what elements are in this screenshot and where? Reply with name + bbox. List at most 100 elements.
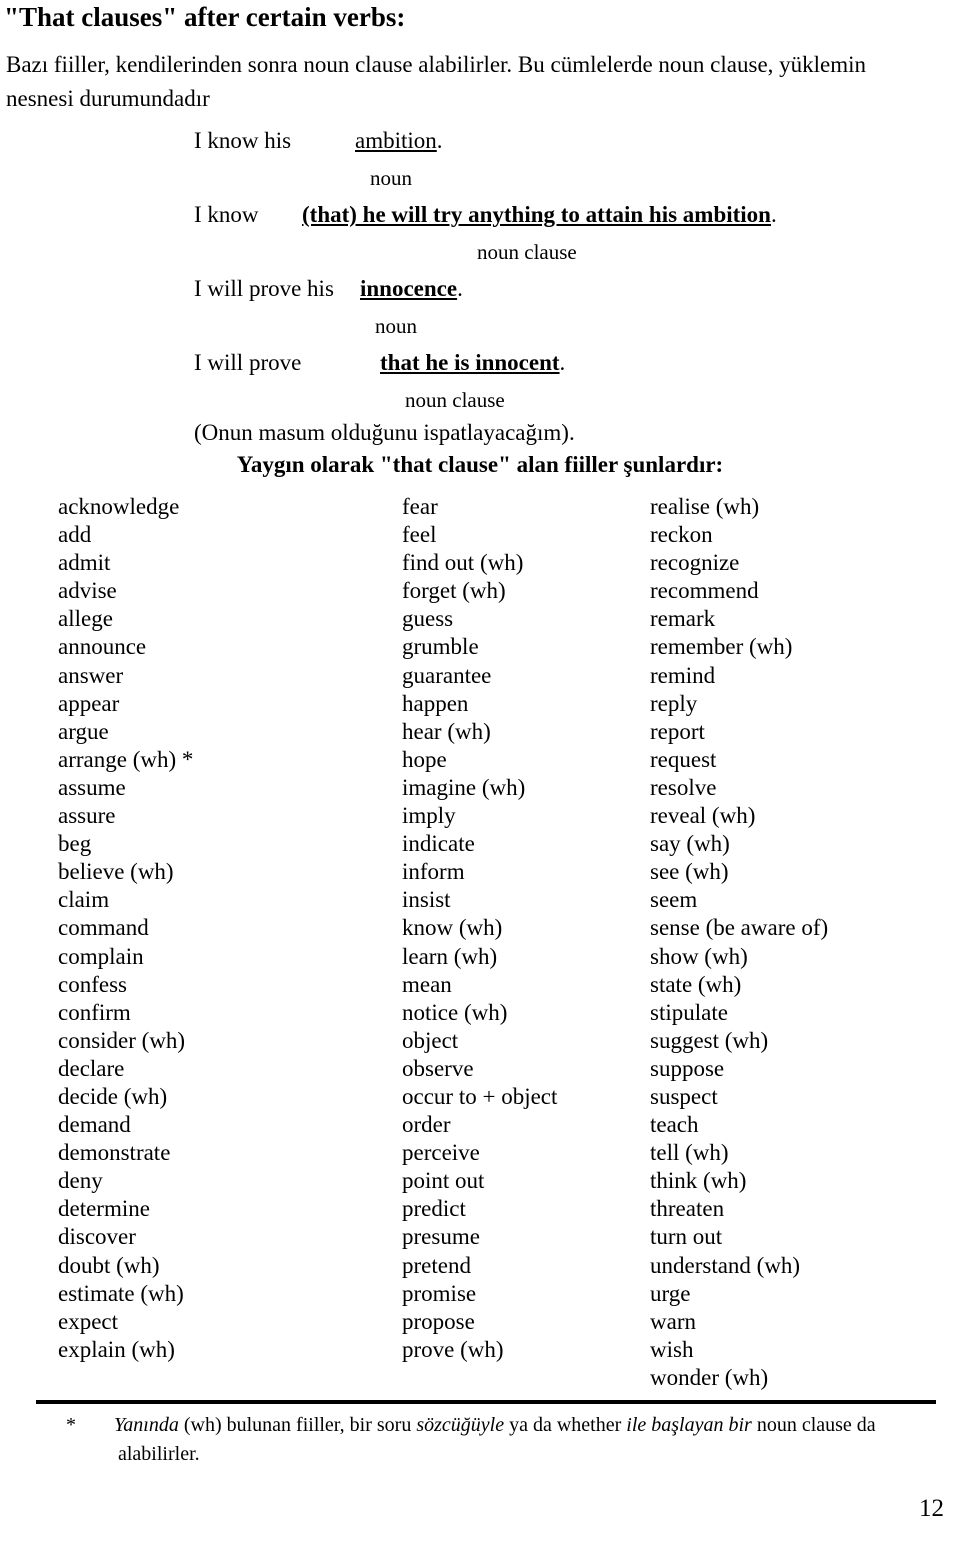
- verb-item: notice (wh): [402, 999, 508, 1025]
- verb-item: think (wh): [650, 1168, 747, 1194]
- example-label: noun: [375, 314, 417, 338]
- verb-item: predict: [402, 1196, 466, 1222]
- verb-column-2: fear feel find out (wh) forget (wh) guess gru…: [402, 493, 557, 1364]
- verb-column-1: acknowledge add admit advise allege announce a…: [58, 493, 193, 1364]
- examples-block: I know his ambition. noun I know (that) …: [0, 128, 960, 454]
- verb-item: propose: [402, 1308, 475, 1334]
- verb-item: assume: [58, 774, 126, 800]
- verb-item: sense (be aware of): [650, 915, 829, 941]
- example-object: innocence.: [360, 276, 463, 302]
- verb-item: recommend: [650, 578, 759, 604]
- footnote-segment: sözcüğüyle: [416, 1414, 505, 1436]
- verb-item: threaten: [650, 1196, 725, 1222]
- verb-item: fear: [402, 494, 438, 519]
- verb-item: suspect: [650, 1083, 718, 1109]
- verb-item: warn: [650, 1308, 696, 1334]
- verb-item: acknowledge: [58, 494, 180, 519]
- verb-column-3: realise (wh) reckon recognize recommend rema…: [650, 493, 828, 1392]
- verb-item: doubt (wh): [58, 1252, 160, 1278]
- footnote-segment: noun clause da: [751, 1414, 876, 1436]
- verb-item: estimate (wh): [58, 1280, 184, 1306]
- verb-item: report: [650, 718, 705, 744]
- verb-item: inform: [402, 859, 465, 885]
- verb-item: allege: [58, 606, 113, 632]
- verb-item: claim: [58, 887, 110, 913]
- example-object-punct: .: [770, 202, 777, 227]
- verb-item: determine: [58, 1196, 150, 1222]
- verb-item: suggest (wh): [650, 1027, 769, 1053]
- verb-item: object: [402, 1027, 459, 1053]
- verb-item: state (wh): [650, 971, 742, 997]
- verb-item: reckon: [650, 522, 713, 548]
- verb-item: request: [650, 746, 717, 772]
- verb-item: prove (wh): [402, 1336, 504, 1362]
- verb-item: add: [58, 522, 92, 548]
- verb-item: answer: [58, 662, 124, 688]
- verb-item: perceive: [402, 1140, 480, 1166]
- footnote-segment: ya da whether: [504, 1414, 627, 1436]
- verb-item: happen: [402, 690, 469, 716]
- verb-item: suppose: [650, 1055, 725, 1081]
- verb-item: confirm: [58, 999, 131, 1025]
- verb-item: wonder (wh): [650, 1364, 769, 1390]
- verb-item: remark: [650, 606, 716, 632]
- example-translation: (Onun masum olduğunu ispatlayacağım).: [194, 420, 575, 445]
- verb-item: discover: [58, 1224, 136, 1250]
- example-label-row: noun: [0, 314, 960, 350]
- example-subject: I will prove: [194, 350, 302, 375]
- verb-item: consider (wh): [58, 1027, 186, 1053]
- verb-item: demand: [58, 1112, 131, 1138]
- verb-item: wish: [650, 1336, 694, 1362]
- verb-item: pretend: [402, 1252, 471, 1278]
- verb-item: complain: [58, 943, 144, 969]
- verb-item: realise (wh): [650, 494, 760, 519]
- verb-item: advise: [58, 578, 117, 604]
- verb-item: indicate: [402, 831, 475, 857]
- verb-item: beg: [58, 831, 92, 857]
- verb-item: hope: [402, 746, 447, 772]
- verb-item: remember (wh): [650, 634, 793, 660]
- footnote-text: Yanında (wh) bulunan fiiller, bir soru s…: [114, 1411, 946, 1440]
- example-label-row: noun clause: [0, 240, 960, 276]
- verb-item: see (wh): [650, 859, 729, 885]
- verb-item: stipulate: [650, 999, 728, 1025]
- verb-item: expect: [58, 1308, 119, 1334]
- verb-item: guess: [402, 606, 454, 632]
- example-label-row: noun: [0, 166, 960, 202]
- verb-item: say (wh): [650, 831, 730, 857]
- verb-item: admit: [58, 550, 111, 576]
- verb-item: seem: [650, 887, 698, 913]
- example-label: noun: [370, 166, 412, 190]
- example-object-punct: .: [559, 350, 566, 375]
- verb-item: recognize: [650, 550, 740, 576]
- example-object: that he is innocent.: [380, 350, 565, 376]
- footnote-divider: [36, 1400, 936, 1404]
- verb-item: forget (wh): [402, 578, 506, 604]
- verb-item: declare: [58, 1055, 125, 1081]
- verb-item: demonstrate: [58, 1140, 171, 1166]
- verb-item: assure: [58, 803, 116, 829]
- verb-item: reply: [650, 690, 698, 716]
- verb-item: find out (wh): [402, 550, 524, 576]
- verb-item: know (wh): [402, 915, 503, 941]
- example-subject: I know: [194, 202, 259, 227]
- page-number: 12: [919, 1495, 944, 1522]
- document-page: "That clauses" after certain verbs: Bazı…: [0, 0, 960, 1543]
- footnote-marker: *: [66, 1414, 76, 1436]
- verb-item: guarantee: [402, 662, 492, 688]
- verb-item: observe: [402, 1055, 474, 1081]
- example-row: I will prove his innocence.: [0, 276, 960, 314]
- footnote-segment: Yanında: [114, 1414, 179, 1436]
- example-object-punct: .: [457, 276, 463, 301]
- verb-item: feel: [402, 522, 437, 548]
- verb-item: learn (wh): [402, 943, 498, 969]
- verb-item: turn out: [650, 1224, 723, 1250]
- example-object-text: ambition: [355, 128, 437, 153]
- page-title: "That clauses" after certain verbs:: [4, 2, 406, 32]
- verb-item: urge: [650, 1280, 691, 1306]
- example-subject: I know his: [194, 128, 292, 153]
- verb-item: grumble: [402, 634, 479, 660]
- verb-item: arrange (wh) *: [58, 746, 194, 772]
- example-subject: I will prove his: [194, 276, 334, 301]
- verb-item: imagine (wh): [402, 774, 526, 800]
